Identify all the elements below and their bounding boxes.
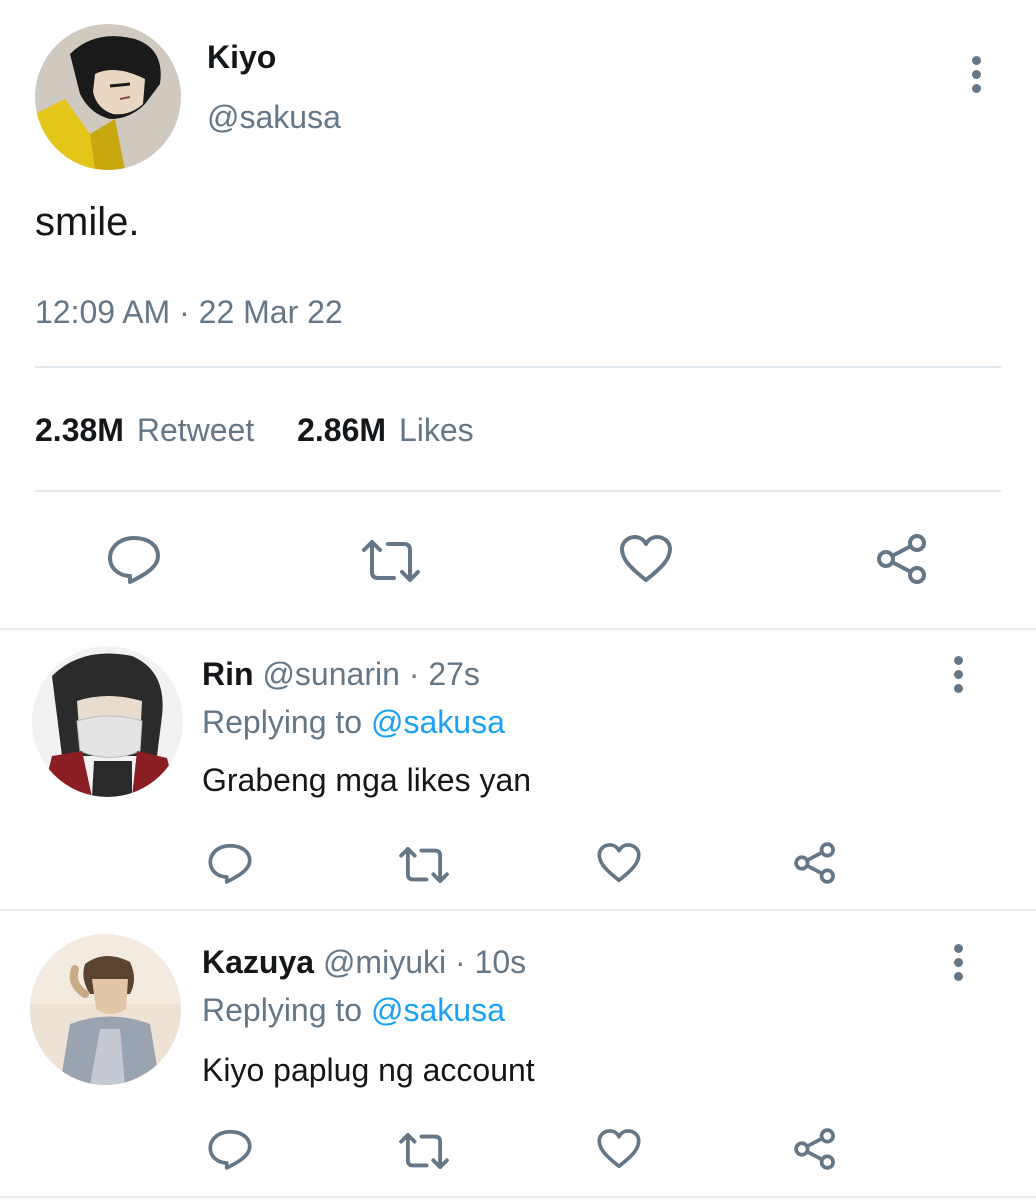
reply-avatar[interactable] bbox=[30, 934, 181, 1085]
like-icon[interactable] bbox=[596, 1128, 642, 1170]
like-icon[interactable] bbox=[596, 842, 642, 884]
divider bbox=[35, 490, 1001, 492]
tweet-text: smile. bbox=[35, 200, 140, 244]
retweet-icon[interactable] bbox=[396, 845, 452, 885]
replying-to-handle[interactable]: @sakusa bbox=[371, 992, 505, 1028]
reply-time: · 10s bbox=[454, 944, 527, 980]
retweets-count[interactable]: 2.38M bbox=[35, 412, 124, 448]
share-icon[interactable] bbox=[792, 1126, 838, 1172]
reply-author-handle[interactable]: @miyuki bbox=[323, 944, 446, 980]
section-divider bbox=[0, 1196, 1036, 1198]
retweet-icon[interactable] bbox=[396, 1131, 452, 1171]
author-handle[interactable]: @sakusa bbox=[207, 99, 341, 136]
reply-time: · 27s bbox=[408, 656, 480, 692]
replying-to-label: Replying to bbox=[202, 704, 363, 740]
more-vertical-icon[interactable] bbox=[948, 944, 968, 986]
likes-count[interactable]: 2.86M bbox=[297, 412, 386, 448]
reply-avatar[interactable] bbox=[32, 646, 183, 797]
retweets-label[interactable]: Retweet bbox=[137, 412, 254, 448]
reply-author-handle[interactable]: @sunarin bbox=[262, 656, 399, 692]
reply-icon[interactable] bbox=[106, 534, 162, 584]
author-avatar[interactable] bbox=[35, 24, 181, 170]
like-icon[interactable] bbox=[618, 534, 674, 584]
tweet-stats: 2.38M Retweet 2.86M Likes bbox=[35, 412, 474, 449]
author-name[interactable]: Kiyo bbox=[207, 39, 276, 76]
share-icon[interactable] bbox=[792, 840, 838, 886]
replying-to: Replying to @sakusa bbox=[202, 992, 505, 1029]
tweet-timestamp: 12:09 AM · 22 Mar 22 bbox=[35, 294, 343, 330]
reply-header: Rin @sunarin · 27s bbox=[202, 656, 480, 693]
divider bbox=[35, 366, 1001, 368]
more-vertical-icon[interactable] bbox=[948, 656, 968, 698]
reply-text: Kiyo paplug ng account bbox=[202, 1052, 535, 1088]
likes-label[interactable]: Likes bbox=[399, 412, 474, 448]
reply-icon[interactable] bbox=[207, 1128, 253, 1170]
reply-text: Grabeng mga likes yan bbox=[202, 762, 532, 798]
share-icon[interactable] bbox=[874, 532, 930, 586]
reply-icon[interactable] bbox=[207, 842, 253, 884]
replying-to-label: Replying to bbox=[202, 992, 363, 1028]
replying-to-handle[interactable]: @sakusa bbox=[371, 704, 505, 740]
section-divider bbox=[0, 909, 1036, 911]
replying-to: Replying to @sakusa bbox=[202, 704, 505, 741]
reply-author-name[interactable]: Rin bbox=[202, 656, 254, 692]
more-vertical-icon[interactable] bbox=[966, 56, 986, 98]
reply-header: Kazuya @miyuki · 10s bbox=[202, 944, 526, 981]
section-divider bbox=[0, 628, 1036, 630]
retweet-icon[interactable] bbox=[358, 538, 424, 584]
reply-author-name[interactable]: Kazuya bbox=[202, 944, 314, 980]
